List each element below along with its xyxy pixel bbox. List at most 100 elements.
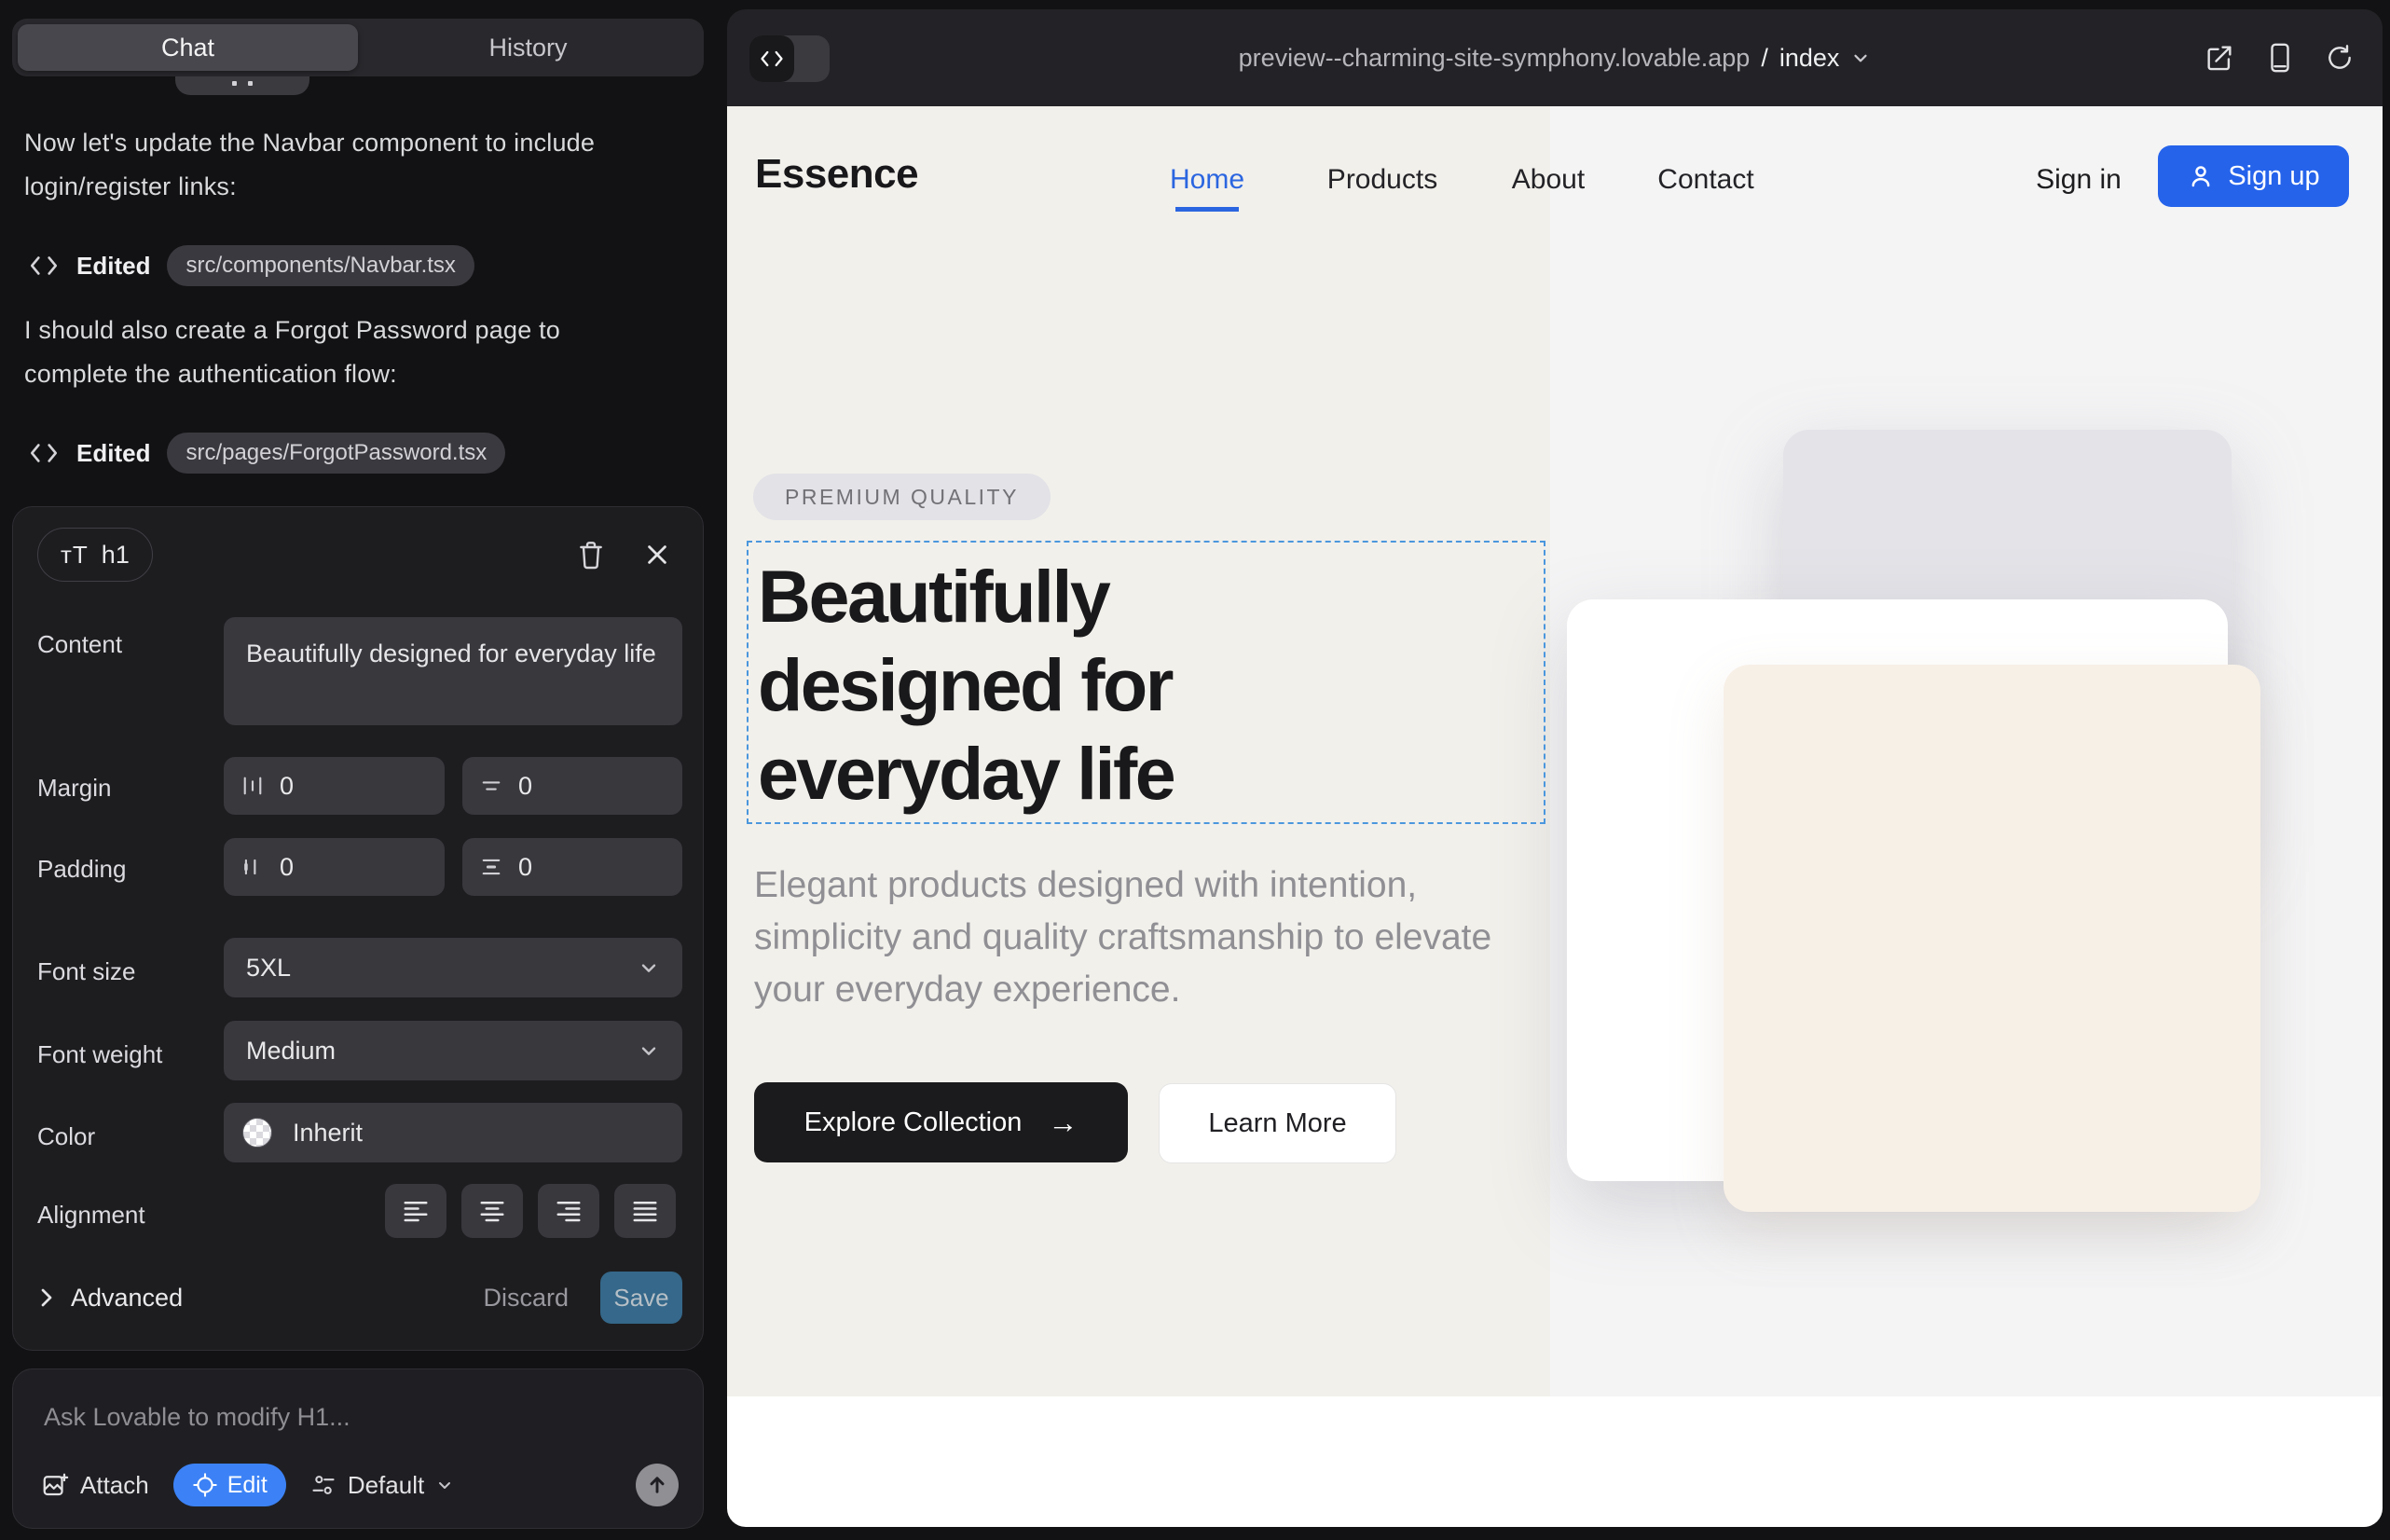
- alignment-label: Alignment: [37, 1201, 145, 1230]
- nav-link-contact[interactable]: Contact: [1657, 164, 1753, 196]
- delete-element-button[interactable]: [570, 533, 612, 576]
- save-button[interactable]: Save: [600, 1272, 682, 1324]
- edited-file-row[interactable]: Edited src/components/Navbar.tsx: [28, 244, 474, 287]
- edited-file-row[interactable]: Edited src/pages/ForgotPassword.tsx: [28, 432, 505, 474]
- url-page: index: [1779, 44, 1840, 73]
- sign-up-button[interactable]: Sign up: [2158, 145, 2349, 207]
- default-mode-dropdown[interactable]: Default: [310, 1471, 454, 1500]
- url-separator: /: [1761, 44, 1768, 73]
- padding-y-value: 0: [518, 853, 532, 882]
- composer-placeholder: Ask Lovable to modify H1...: [44, 1403, 350, 1432]
- tab-history[interactable]: History: [358, 24, 698, 71]
- element-tag-label: h1: [102, 541, 130, 570]
- learn-more-button[interactable]: Learn More: [1159, 1083, 1396, 1163]
- file-chip[interactable]: src/pages/ForgotPassword.tsx: [167, 433, 505, 474]
- code-icon: [28, 252, 60, 280]
- edit-mode-button[interactable]: Edit: [173, 1464, 286, 1506]
- close-panel-button[interactable]: [636, 533, 679, 576]
- font-weight-label: Font weight: [37, 1040, 162, 1069]
- content-input[interactable]: Beautifully designed for everyday life: [224, 617, 682, 725]
- align-left-button[interactable]: [385, 1184, 446, 1238]
- chat-history-tabbar: Chat History: [12, 19, 704, 76]
- align-center-button[interactable]: [461, 1184, 523, 1238]
- site-logo[interactable]: Essence: [755, 151, 918, 198]
- padding-x-input[interactable]: 0: [224, 838, 445, 896]
- hero-heading[interactable]: Beautifully designed for everyday life: [758, 552, 1174, 818]
- open-external-icon[interactable]: [2204, 42, 2235, 74]
- arrow-up-icon: [646, 1474, 668, 1496]
- edit-label: Edit: [227, 1472, 268, 1499]
- nav-link-home[interactable]: Home: [1170, 164, 1244, 196]
- margin-y-input[interactable]: 0: [462, 757, 682, 815]
- color-select[interactable]: Inherit: [224, 1103, 682, 1162]
- selected-element-badge: тT h1: [37, 528, 153, 582]
- attach-image-icon: [41, 1471, 69, 1499]
- margin-x-value: 0: [280, 772, 294, 801]
- chat-message: Now let's update the Navbar component to…: [24, 121, 639, 209]
- chevron-down-icon: [1850, 48, 1871, 68]
- chevron-down-icon: [638, 1039, 660, 1062]
- typography-icon: тT: [61, 541, 89, 570]
- send-button[interactable]: [636, 1464, 679, 1506]
- margin-x-icon: [240, 774, 265, 798]
- margin-x-input[interactable]: 0: [224, 757, 445, 815]
- align-right-button[interactable]: [538, 1184, 599, 1238]
- align-left-icon: [402, 1199, 430, 1223]
- edited-label: Edited: [76, 439, 150, 468]
- nav-link-products[interactable]: Products: [1327, 164, 1437, 196]
- padding-y-icon: [479, 855, 503, 879]
- chat-composer[interactable]: Ask Lovable to modify H1... Attach Edit …: [12, 1368, 704, 1529]
- element-editor-panel: тT h1 Content Beautifully designed for e…: [12, 506, 704, 1351]
- hero-description: Elegant products designed with intention…: [754, 859, 1509, 1016]
- browser-toolbar: preview--charming-site-symphony.lovable.…: [727, 9, 2383, 106]
- hero-heading-line: everyday life: [758, 729, 1174, 818]
- user-icon: [2187, 162, 2215, 190]
- default-label: Default: [348, 1471, 424, 1500]
- font-weight-value: Medium: [246, 1037, 336, 1066]
- url-breadcrumb[interactable]: preview--charming-site-symphony.lovable.…: [727, 9, 2383, 106]
- padding-y-input[interactable]: 0: [462, 838, 682, 896]
- advanced-toggle[interactable]: Advanced: [37, 1284, 183, 1313]
- premium-quality-badge: PREMIUM QUALITY: [753, 474, 1051, 520]
- mobile-view-icon[interactable]: [2265, 42, 2295, 74]
- explore-collection-label: Explore Collection: [804, 1107, 1023, 1138]
- url-host: preview--charming-site-symphony.lovable.…: [1239, 44, 1751, 73]
- scrolled-status-pill: [175, 76, 309, 95]
- nav-link-about[interactable]: About: [1512, 164, 1585, 196]
- padding-x-value: 0: [280, 853, 294, 882]
- hero-heading-line: Beautifully: [758, 552, 1174, 640]
- align-justify-icon: [631, 1199, 659, 1223]
- preview-browser-window: preview--charming-site-symphony.lovable.…: [727, 9, 2383, 1527]
- decorative-card-beige: [1724, 665, 2260, 1212]
- chevron-down-icon: [638, 956, 660, 979]
- chevron-right-icon: [37, 1286, 56, 1309]
- font-size-value: 5XL: [246, 954, 291, 983]
- sign-up-label: Sign up: [2228, 161, 2319, 192]
- attach-label: Attach: [80, 1471, 149, 1500]
- refresh-icon[interactable]: [2325, 43, 2355, 73]
- edited-label: Edited: [76, 252, 150, 281]
- target-icon: [192, 1472, 218, 1498]
- align-center-icon: [478, 1199, 506, 1223]
- font-size-label: Font size: [37, 957, 136, 986]
- sliders-icon: [310, 1472, 337, 1498]
- attach-button[interactable]: Attach: [41, 1471, 149, 1500]
- discard-button[interactable]: Discard: [483, 1284, 569, 1313]
- site-preview-viewport: Essence Home Products About Contact Sign…: [727, 106, 2383, 1527]
- align-right-icon: [555, 1199, 583, 1223]
- explore-collection-button[interactable]: Explore Collection →: [754, 1082, 1128, 1162]
- chevron-down-icon: [435, 1476, 454, 1494]
- sign-in-link[interactable]: Sign in: [2036, 164, 2122, 196]
- code-icon: [28, 439, 60, 467]
- font-weight-select[interactable]: Medium: [224, 1021, 682, 1080]
- font-size-select[interactable]: 5XL: [224, 938, 682, 997]
- close-icon: [644, 542, 670, 568]
- tab-chat[interactable]: Chat: [18, 24, 358, 71]
- nav-active-underline: [1175, 207, 1239, 212]
- padding-x-icon: [240, 855, 265, 879]
- padding-label: Padding: [37, 855, 126, 884]
- align-justify-button[interactable]: [614, 1184, 676, 1238]
- margin-label: Margin: [37, 774, 111, 803]
- margin-y-value: 0: [518, 772, 532, 801]
- file-chip[interactable]: src/components/Navbar.tsx: [167, 245, 474, 286]
